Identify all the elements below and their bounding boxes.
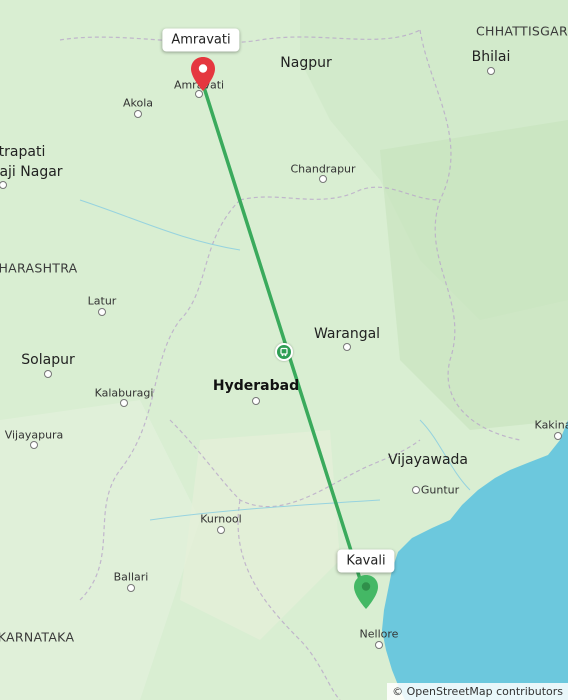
city-label-chhatrapati-line2: aji Nagar: [0, 164, 63, 180]
city-label-vijayapura: Vijayapura: [4, 428, 64, 442]
city-label-kakinada: Kakina: [534, 418, 568, 432]
map-attribution[interactable]: © OpenStreetMap contributors: [387, 683, 568, 700]
origin-label-tag[interactable]: Amravati: [162, 28, 240, 52]
city-dot-bhilai: [487, 67, 495, 75]
city-dot-latur: [98, 308, 106, 316]
region-label-chhattisgarh: CHHATTISGAR: [475, 23, 568, 39]
city-label-ballari: Ballari: [113, 570, 149, 584]
city-label-solapur: Solapur: [21, 352, 75, 368]
city-label-guntur: Guntur: [420, 483, 460, 497]
city-label-kalaburagi: Kalaburagi: [94, 386, 154, 400]
city-label-warangal: Warangal: [313, 326, 381, 342]
city-dot-hyderabad: [252, 397, 260, 405]
city-label-chhatrapati-line1: trapati: [0, 144, 46, 160]
city-dot-guntur: [412, 486, 420, 494]
city-dot-ballari: [127, 584, 135, 592]
city-dot-solapur: [44, 370, 52, 378]
city-dot-nellore: [375, 641, 383, 649]
city-dot-akola: [134, 110, 142, 118]
city-dot-kurnool: [217, 526, 225, 534]
city-dot-warangal: [343, 343, 351, 351]
map-view[interactable]: CHHATTISGAR HARASHTRA KARNATAKA Bhilai N…: [0, 0, 568, 700]
route-vehicle-icon[interactable]: [275, 343, 293, 361]
city-dot-kakinada: [554, 432, 562, 440]
destination-pin-icon[interactable]: [353, 574, 379, 614]
origin-pin-icon[interactable]: [190, 56, 216, 96]
city-label-hyderabad: Hyderabad: [212, 378, 300, 394]
city-dot-kalaburagi: [120, 399, 128, 407]
city-dot-chandrapur: [319, 175, 327, 183]
city-label-akola: Akola: [122, 96, 154, 110]
city-label-latur: Latur: [87, 294, 117, 308]
region-label-maharashtra: HARASHTRA: [0, 260, 78, 276]
destination-label-tag[interactable]: Kavali: [337, 549, 395, 573]
region-label-karnataka: KARNATAKA: [0, 629, 75, 645]
city-label-nellore: Nellore: [359, 627, 399, 641]
city-label-vijayawada: Vijayawada: [388, 452, 468, 468]
city-label-chandrapur: Chandrapur: [290, 162, 356, 176]
city-label-bhilai: Bhilai: [471, 49, 511, 65]
city-dot-vijayapura: [30, 441, 38, 449]
city-label-nagpur: Nagpur: [280, 55, 332, 71]
city-label-kurnool: Kurnool: [200, 512, 242, 526]
